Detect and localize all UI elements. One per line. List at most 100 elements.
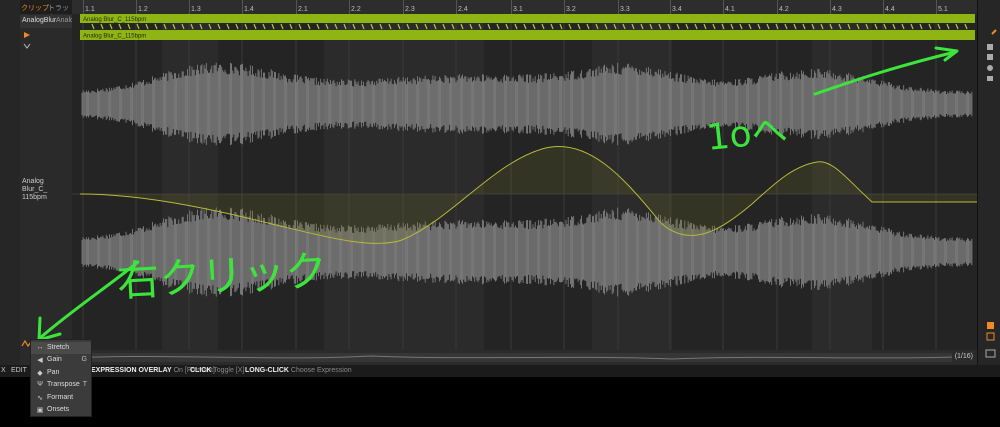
audio-editor-canvas[interactable]: Analog Blur_C_115bpm Analog Blur_C_115bpm… xyxy=(53,14,977,350)
grid-resolution-label[interactable]: (1/16) xyxy=(955,353,973,360)
grid-icon[interactable] xyxy=(986,332,995,341)
onset-marker xyxy=(217,23,221,30)
edit-label[interactable]: EDIT xyxy=(11,367,27,374)
clip-header-top[interactable] xyxy=(80,14,975,23)
onset-marker xyxy=(784,23,788,30)
onset-marker xyxy=(298,23,302,30)
status-bar: X EDIT EXPRESSION OVERLAY On [Formant] C… xyxy=(0,365,1000,377)
ruler-tick-line xyxy=(723,0,724,14)
layout-icon[interactable] xyxy=(985,349,996,358)
ruler-tick-line xyxy=(830,0,831,14)
track-name: Analog Blur_C_ 115bpm xyxy=(22,178,48,201)
ruler-tick-label: 3.2 xyxy=(566,6,576,13)
onset-marker xyxy=(235,23,239,30)
onset-marker xyxy=(793,23,797,30)
longclick-key: LONG-CLICK xyxy=(245,367,289,374)
onset-marker xyxy=(910,23,914,30)
overview-scrollbar[interactable]: (1/16) xyxy=(72,350,977,365)
onset-marker xyxy=(271,23,275,30)
ruler-tick-line xyxy=(349,0,350,14)
onset-marker xyxy=(100,23,104,30)
speaker-icon: ◀ xyxy=(37,357,43,365)
ruler-tick-label: 2.4 xyxy=(458,6,468,13)
onset-marker xyxy=(937,23,941,30)
snap-icon[interactable] xyxy=(987,322,994,329)
grid-band xyxy=(162,14,218,350)
onset-marker xyxy=(919,23,923,30)
longclick-value: Choose Expression xyxy=(290,367,352,374)
right-toolbar xyxy=(977,0,1000,365)
ruler-tick-label: 1.1 xyxy=(85,6,95,13)
onset-marker xyxy=(487,23,491,30)
collapse-icon[interactable] xyxy=(23,43,31,49)
ruler-tick-line xyxy=(777,0,778,14)
ruler-tick-line xyxy=(564,0,565,14)
ruler-tick-label: 4.3 xyxy=(832,6,842,13)
menu-item-gain[interactable]: ◀ Gain G xyxy=(31,354,91,366)
click-key: CLICK xyxy=(190,367,212,374)
onset-marker xyxy=(541,23,545,30)
ruler-tick-line xyxy=(189,0,190,14)
pan-icon: ◆ xyxy=(37,369,43,377)
onset-marker xyxy=(748,23,752,30)
ruler-tick-line xyxy=(403,0,404,14)
x-label: X xyxy=(1,367,6,374)
ruler-tick-label: 2.3 xyxy=(405,6,415,13)
menu-item-label: Stretch xyxy=(47,344,70,351)
tab-clip[interactable]: クリップ xyxy=(21,3,49,13)
audio-editor[interactable]: Analog Blur_C_115bpm Analog Blur_C_115bpm… xyxy=(53,14,977,350)
ruler-tick-line xyxy=(456,0,457,14)
erase-tool-icon[interactable] xyxy=(987,54,993,60)
timeline-ruler[interactable]: 1.1 1.2 1.3 1.4 2.1 2.2 2.3 2.4 3.1 3.2 3.3 3.4 4.1 4… xyxy=(72,0,977,15)
zoom-tool-icon[interactable] xyxy=(987,76,993,81)
ruler-tick-label: 2.1 xyxy=(298,6,308,13)
menu-item-label: Formant xyxy=(47,393,74,401)
onset-marker xyxy=(568,23,572,30)
formant-icon: ∿ xyxy=(37,394,43,402)
onset-marker xyxy=(253,23,257,30)
select-tool-icon[interactable] xyxy=(987,44,993,50)
menu-item-formant[interactable]: ∿ Formant xyxy=(31,392,91,404)
menu-item-shortcut: G xyxy=(81,356,87,364)
clip-bar[interactable] xyxy=(80,30,975,40)
panel-tabs: クリップ トラック xyxy=(20,0,72,22)
clip-tab-analogblur[interactable]: AnalogBlur xyxy=(22,17,56,24)
ruler-tick-label: 1.4 xyxy=(244,6,254,13)
play-icon[interactable] xyxy=(24,32,30,38)
onset-marker xyxy=(127,23,131,30)
onset-marker xyxy=(136,23,140,30)
onset-marker xyxy=(946,23,950,30)
onset-marker xyxy=(532,23,536,30)
onset-marker xyxy=(685,23,689,30)
ruler-tick-label: 4.1 xyxy=(725,6,735,13)
onset-marker xyxy=(289,23,293,30)
onset-marker xyxy=(559,23,563,30)
onset-marker xyxy=(586,23,590,30)
onset-marker xyxy=(505,23,509,30)
clip-name-top: Analog Blur_C_115bpm xyxy=(83,17,146,23)
menu-item-stretch[interactable]: ↔ Stretch xyxy=(31,342,91,354)
onsets-icon: ▣ xyxy=(36,407,44,414)
onset-marker xyxy=(577,23,581,30)
menu-item-shortcut: T xyxy=(82,381,87,389)
onset-marker xyxy=(766,23,770,30)
onset-marker xyxy=(91,23,95,30)
onset-marker xyxy=(901,23,905,30)
onset-marker xyxy=(928,23,932,30)
knife-tool-icon[interactable] xyxy=(987,65,993,71)
tuning-fork-icon: Ψ xyxy=(37,381,43,389)
menu-item-transpose[interactable]: Ψ Transpose T xyxy=(31,379,91,391)
menu-item-pan[interactable]: ◆ Pan xyxy=(31,367,91,379)
onset-marker xyxy=(118,23,122,30)
pencil-icon[interactable] xyxy=(991,29,997,35)
ruler-tick-line xyxy=(83,0,84,14)
menu-item-label: Gain xyxy=(47,356,62,364)
ruler-tick-label: 3.4 xyxy=(672,6,682,13)
menu-item-onsets[interactable]: ▣ Onsets xyxy=(31,404,91,416)
onset-marker xyxy=(226,23,230,30)
onset-marker xyxy=(316,23,320,30)
onset-marker xyxy=(676,23,680,30)
ruler-tick-label: 3.1 xyxy=(513,6,523,13)
ruler-tick-line xyxy=(618,0,619,14)
expression-context-menu: ↔ Stretch ◀ Gain G ◆ Pan Ψ Transpose T ∿ Formant ▣ On… xyxy=(30,339,92,417)
